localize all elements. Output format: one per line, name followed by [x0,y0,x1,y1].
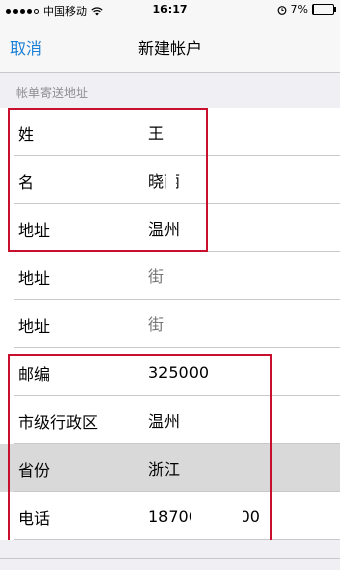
form-row-province[interactable]: 省份 [0,444,340,492]
form-row-address-1[interactable]: 地址 [0,204,340,252]
row-label: 名 [18,173,35,192]
province-field[interactable] [148,457,328,479]
nav-bar: 取消 新建帐户 [0,20,340,73]
row-label: 地址 [18,269,51,288]
battery-percent: 7% [290,3,308,16]
form-row-city[interactable]: 市级行政区 [0,396,340,444]
screen: 中国移动 16:17 7% 取消 新建帐户 帐单寄送地址 姓 王 名 晓丽 地址… [0,0,340,570]
form-row-address-2[interactable]: 地址 [0,252,340,300]
address-field-3[interactable] [148,313,328,335]
redaction-mark [191,502,243,528]
row-label: 电话 [18,509,51,528]
bottom-area [0,540,340,570]
battery-icon [312,4,336,15]
row-label: 市级行政区 [18,413,99,432]
row-label: 邮编 [18,365,51,384]
divider [0,558,340,559]
form-row-postal-code[interactable]: 邮编 [0,348,340,396]
row-label: 姓 [18,125,35,144]
billing-address-form: 姓 名 地址 地址 地址 邮编 市级行政区 省份 [0,108,340,540]
battery-fill [313,5,315,14]
postal-code-field[interactable] [148,361,328,383]
address-field-1[interactable] [148,217,328,239]
row-label: 地址 [18,317,51,336]
row-label: 省份 [18,461,51,480]
row-label: 地址 [18,221,51,240]
last-name-field[interactable] [148,121,328,143]
form-row-first-name[interactable]: 名 [0,156,340,204]
form-row-last-name[interactable]: 姓 [0,108,340,156]
city-field[interactable] [148,409,328,431]
alarm-icon [277,5,286,15]
form-row-phone[interactable]: 电话 [0,492,340,540]
section-header: 帐单寄送地址 [16,86,89,100]
redaction-mark [166,169,176,191]
status-bar: 中国移动 16:17 7% [0,0,340,20]
status-right: 7% [277,3,336,16]
page-title: 新建帐户 [137,39,202,58]
form-row-address-3[interactable]: 地址 [0,300,340,348]
address-field-2[interactable] [148,265,328,287]
